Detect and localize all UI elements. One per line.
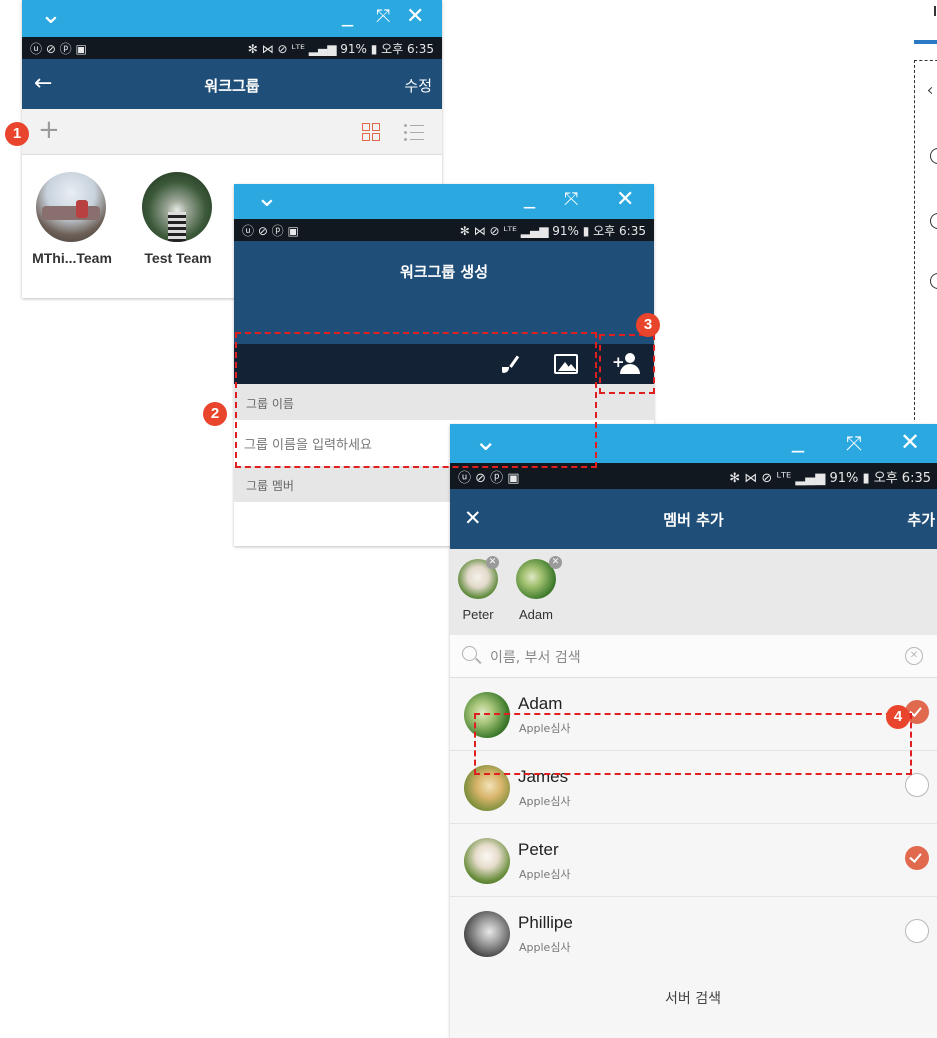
- clear-search-icon[interactable]: ✕: [905, 647, 923, 665]
- server-search-button[interactable]: 서버 검색: [476, 970, 910, 1022]
- status-notification-icons: ⓤ ⊘ ⓟ ▣: [30, 42, 87, 56]
- restore-icon[interactable]: ⤧: [564, 191, 578, 209]
- list-item[interactable]: Peter Apple심사: [450, 824, 937, 896]
- server-search-label: 서버 검색: [665, 991, 721, 1007]
- selected-member-name: Peter: [462, 607, 494, 622]
- app-bar: ✕ 멤버 추가 추가: [450, 489, 937, 549]
- member-dept: Apple심사: [519, 941, 571, 954]
- add-workgroup-button[interactable]: +: [38, 115, 60, 145]
- window-titlebar: ⌄ _ ⤧ ✕: [22, 0, 442, 37]
- selected-member-name: Adam: [519, 607, 553, 622]
- list-view-icon[interactable]: [404, 123, 426, 141]
- team-avatar[interactable]: [36, 172, 106, 242]
- step-badge-4: 4: [886, 705, 910, 729]
- member-dept: Apple심사: [519, 795, 571, 808]
- member-checkbox[interactable]: [905, 919, 929, 943]
- highlight-add-member-icon: [599, 334, 655, 394]
- right-edge-stub: [912, 0, 937, 420]
- dashed-border-box: [914, 60, 937, 420]
- page-title: 워크그룹 생성: [399, 263, 489, 281]
- remove-selected-icon[interactable]: ✕: [486, 556, 499, 569]
- search-placeholder: 이름, 부서 검색: [490, 650, 581, 666]
- chevron-down-icon[interactable]: ⌄: [40, 2, 62, 28]
- status-notification-icons: ⓤ ⊘ ⓟ ▣: [458, 471, 520, 486]
- team-avatar[interactable]: [142, 172, 212, 242]
- status-right-info: ✻ ⋈ ⊘ ᴸᵀᴱ ▂▄▆ 91% ▮ 오후 6:35: [247, 42, 434, 56]
- member-dept: Apple심사: [519, 868, 571, 881]
- status-right-info: ✻ ⋈ ⊘ ᴸᵀᴱ ▂▄▆ 91% ▮ 오후 6:35: [459, 224, 646, 238]
- team-name: Test Team: [144, 250, 212, 266]
- search-bar[interactable]: 이름, 부서 검색 ✕: [450, 635, 937, 678]
- add-button[interactable]: 추가: [907, 509, 935, 530]
- team-name: MThi...Team: [32, 250, 112, 266]
- chevron-down-icon[interactable]: ⌄: [256, 185, 278, 211]
- list-item[interactable]: Phillipe Apple심사: [450, 897, 937, 969]
- member-name: Adam: [518, 694, 563, 713]
- window-titlebar: ⌄ _ ⤧ ✕: [234, 184, 654, 219]
- remove-selected-icon[interactable]: ✕: [549, 556, 562, 569]
- member-avatar: [464, 911, 510, 957]
- header-area: 워크그룹 생성: [234, 241, 654, 344]
- highlight-group-name-area: [235, 332, 597, 468]
- group-member-label: 그룹 멤버: [246, 479, 294, 493]
- page-title: 멤버 추가: [663, 511, 724, 529]
- search-icon: [462, 646, 482, 666]
- status-notification-icons: ⓤ ⊘ ⓟ ▣: [242, 224, 299, 238]
- status-bar: ⓤ ⊘ ⓟ ▣ ✻ ⋈ ⊘ ᴸᵀᴱ ▂▄▆ 91% ▮ 오후 6:35: [234, 219, 654, 241]
- restore-icon[interactable]: ⤧: [376, 8, 390, 26]
- member-name: Phillipe: [518, 913, 573, 932]
- minimize-icon[interactable]: _: [792, 427, 804, 451]
- minimize-icon[interactable]: _: [342, 4, 353, 26]
- selected-members-strip: ✕ Peter ✕ Adam: [450, 549, 937, 635]
- member-checkbox-checked[interactable]: [905, 846, 929, 870]
- status-bar: ⓤ ⊘ ⓟ ▣ ✻ ⋈ ⊘ ᴸᵀᴱ ▂▄▆ 91% ▮ 오후 6:35: [22, 37, 442, 59]
- member-checkbox[interactable]: [905, 773, 929, 797]
- member-avatar: [464, 838, 510, 884]
- member-name: Peter: [518, 840, 559, 859]
- restore-icon[interactable]: ⤧: [846, 433, 862, 453]
- page-title: 워크그룹: [204, 77, 260, 95]
- step-badge-2: 2: [203, 402, 227, 426]
- close-icon[interactable]: ✕: [406, 6, 424, 28]
- close-icon[interactable]: ✕: [900, 430, 920, 454]
- status-right-info: ✻ ⋈ ⊘ ᴸᵀᴱ ▂▄▆ 91% ▮ 오후 6:35: [729, 471, 931, 486]
- edit-button[interactable]: 수정: [404, 75, 432, 96]
- close-icon[interactable]: ✕: [616, 189, 634, 211]
- step-badge-1: 1: [5, 122, 29, 146]
- app-bar: ← 워크그룹 수정: [22, 59, 442, 109]
- highlight-server-search: [474, 713, 912, 775]
- minimize-icon[interactable]: _: [524, 186, 535, 208]
- toolbar: +: [22, 109, 442, 155]
- step-badge-3: 3: [636, 313, 660, 337]
- grid-view-icon[interactable]: [362, 123, 380, 141]
